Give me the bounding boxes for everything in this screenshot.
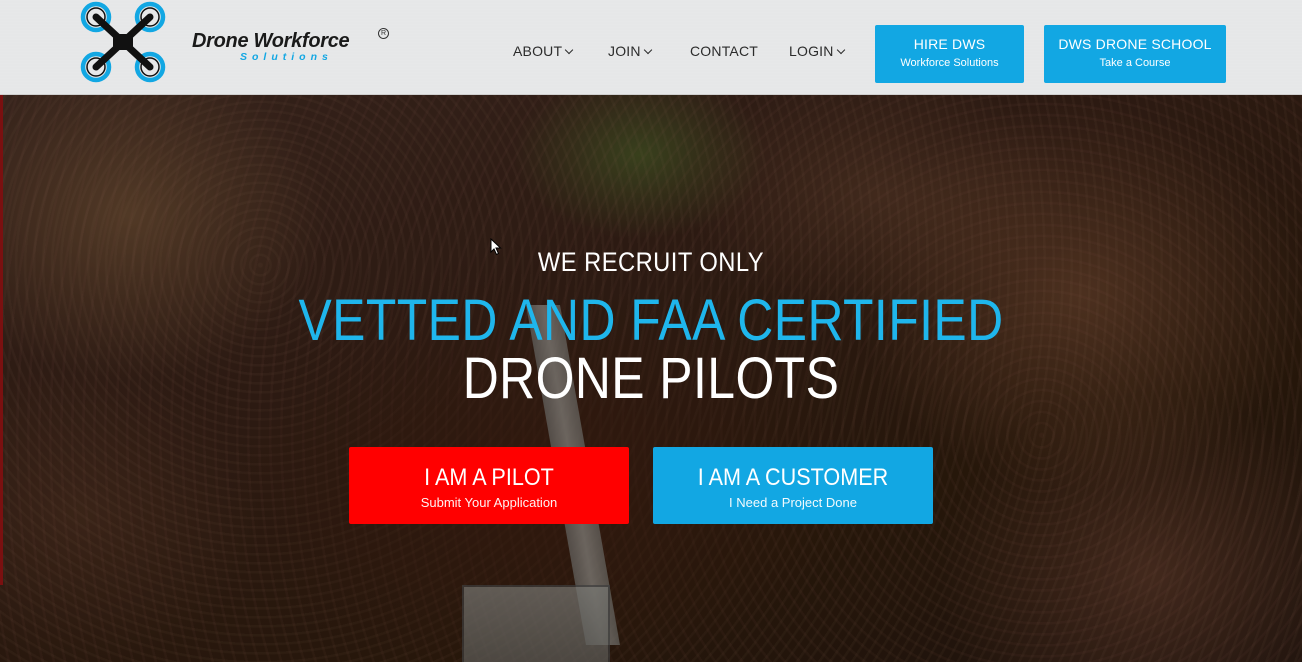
- nav-label: CONTACT: [690, 43, 759, 59]
- registered-mark: R: [378, 28, 389, 39]
- edge-divider: [0, 95, 3, 585]
- drone-school-button[interactable]: DWS DRONE SCHOOL Take a Course: [1044, 25, 1226, 83]
- nav-item-contact[interactable]: CONTACT: [690, 43, 758, 59]
- hero-section: WE RECRUIT ONLY VETTED AND FAA CERTIFIED…: [0, 95, 1302, 662]
- chevron-down-icon: [836, 45, 845, 55]
- button-title: I AM A CUSTOMER: [697, 464, 889, 491]
- button-subtitle: Submit Your Application: [420, 495, 558, 510]
- button-subtitle: I Need a Project Done: [729, 495, 857, 510]
- hero-content: WE RECRUIT ONLY VETTED AND FAA CERTIFIED…: [0, 95, 1302, 662]
- nav-item-login[interactable]: LOGIN: [789, 43, 845, 59]
- nav-item-about[interactable]: ABOUT: [513, 43, 574, 59]
- button-title: HIRE DWS: [913, 36, 986, 52]
- hero-headline-line2: DRONE PILOTS: [462, 346, 840, 411]
- site-logo[interactable]: Drone Workforce R Solutions: [80, 0, 389, 88]
- hero-headline-line1: VETTED AND FAA CERTIFIED: [298, 288, 1004, 353]
- nav-label: ABOUT: [513, 43, 563, 59]
- button-title: DWS DRONE SCHOOL: [1058, 36, 1212, 52]
- i-am-a-pilot-button[interactable]: I AM A PILOT Submit Your Application: [349, 447, 629, 524]
- logo-wordmark: Drone Workforce: [192, 30, 350, 52]
- chevron-down-icon: [643, 45, 652, 55]
- hire-dws-button[interactable]: HIRE DWS Workforce Solutions: [875, 25, 1024, 83]
- logo-subtitle: Solutions: [240, 51, 333, 63]
- button-subtitle: Take a Course: [1099, 57, 1171, 69]
- site-header: Drone Workforce R Solutions ABOUT JOIN C…: [0, 0, 1302, 95]
- chevron-down-icon: [564, 45, 574, 55]
- nav-label: LOGIN: [789, 43, 834, 59]
- drone-logo-icon: [80, 1, 166, 83]
- nav-item-join[interactable]: JOIN: [608, 43, 652, 59]
- button-subtitle: Workforce Solutions: [900, 57, 999, 69]
- mouse-cursor-icon: [490, 238, 502, 256]
- hero-pretitle: WE RECRUIT ONLY: [537, 247, 765, 277]
- button-title: I AM A PILOT: [424, 464, 554, 491]
- i-am-a-customer-button[interactable]: I AM A CUSTOMER I Need a Project Done: [653, 447, 933, 524]
- nav-label: JOIN: [608, 43, 641, 59]
